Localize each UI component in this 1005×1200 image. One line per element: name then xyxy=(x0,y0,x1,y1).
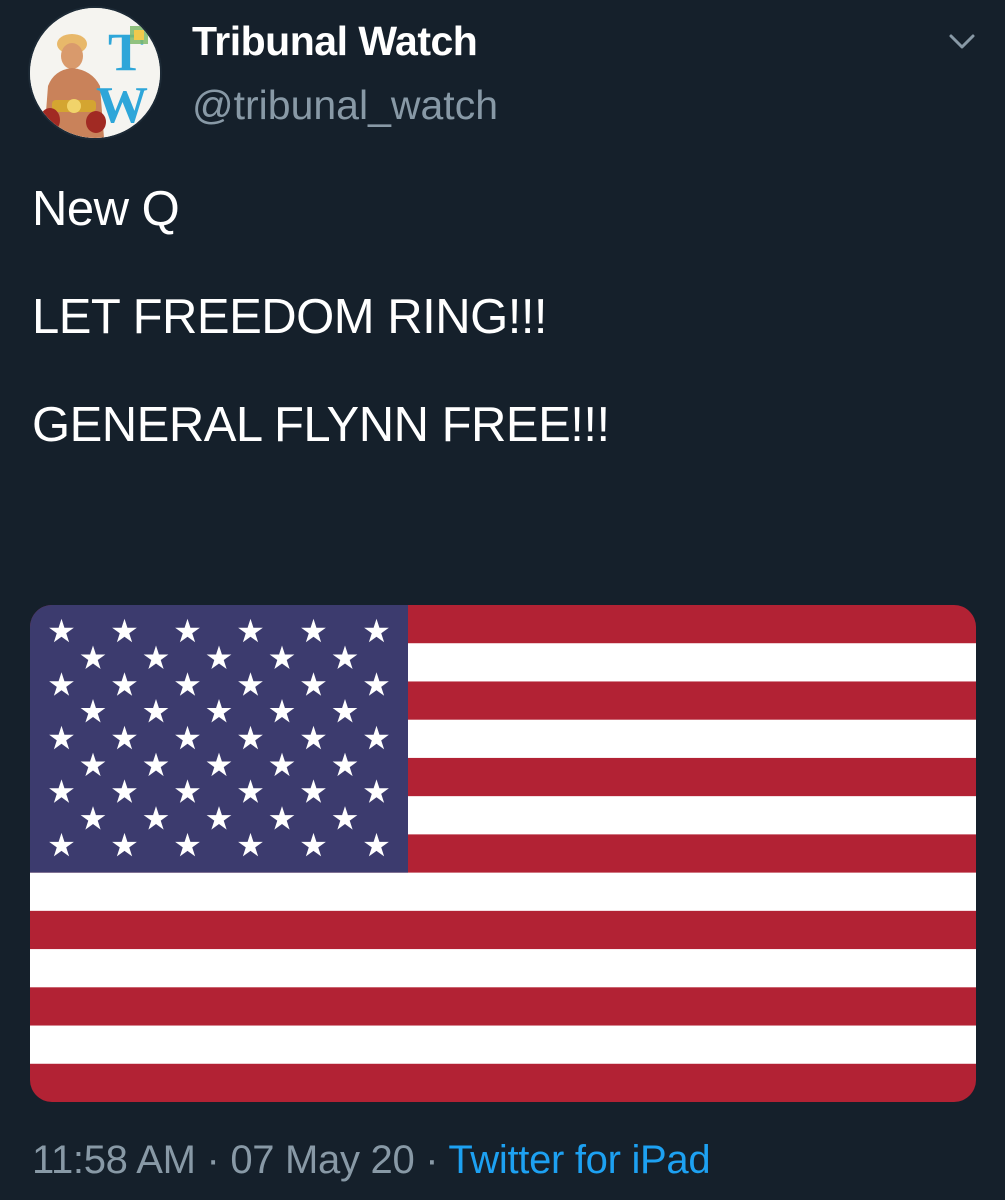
svg-text:W: W xyxy=(96,77,148,134)
tweet-time[interactable]: 11:58 AM xyxy=(32,1138,196,1182)
chevron-down-icon[interactable] xyxy=(946,30,978,54)
handle[interactable]: @tribunal_watch xyxy=(192,82,498,129)
flag-graphic xyxy=(30,605,976,1102)
avatar[interactable]: T W xyxy=(30,8,160,138)
avatar-image: T W xyxy=(30,8,160,138)
tweet-text: New Q LET FREEDOM RING!!! GENERAL FLYNN … xyxy=(32,182,972,452)
meta-separator: · xyxy=(206,1138,220,1182)
tweet-meta: 11:58 AM · 07 May 20 · Twitter for iPad xyxy=(32,1138,711,1183)
meta-separator: · xyxy=(425,1138,439,1182)
tweet-source-link[interactable]: Twitter for iPad xyxy=(448,1138,710,1182)
tweet-line: New Q xyxy=(32,182,180,236)
us-flag-image[interactable] xyxy=(30,605,976,1102)
flag-stripe xyxy=(30,987,976,1027)
tweet-line: GENERAL FLYNN FREE!!! xyxy=(32,398,610,452)
display-name[interactable]: Tribunal Watch xyxy=(192,18,478,65)
flag-stripe xyxy=(30,949,976,988)
tweet-card: T W Tribunal Watch @tribunal_watch New Q… xyxy=(0,0,1005,1200)
flag-stripe xyxy=(30,1063,976,1102)
tweet-line: LET FREEDOM RING!!! xyxy=(32,290,548,344)
flag-stripe xyxy=(30,910,976,950)
flag-stripe xyxy=(30,872,976,912)
tweet-date[interactable]: 07 May 20 xyxy=(230,1138,414,1182)
flag-stripe xyxy=(30,1025,976,1065)
flag-canton xyxy=(30,605,408,873)
